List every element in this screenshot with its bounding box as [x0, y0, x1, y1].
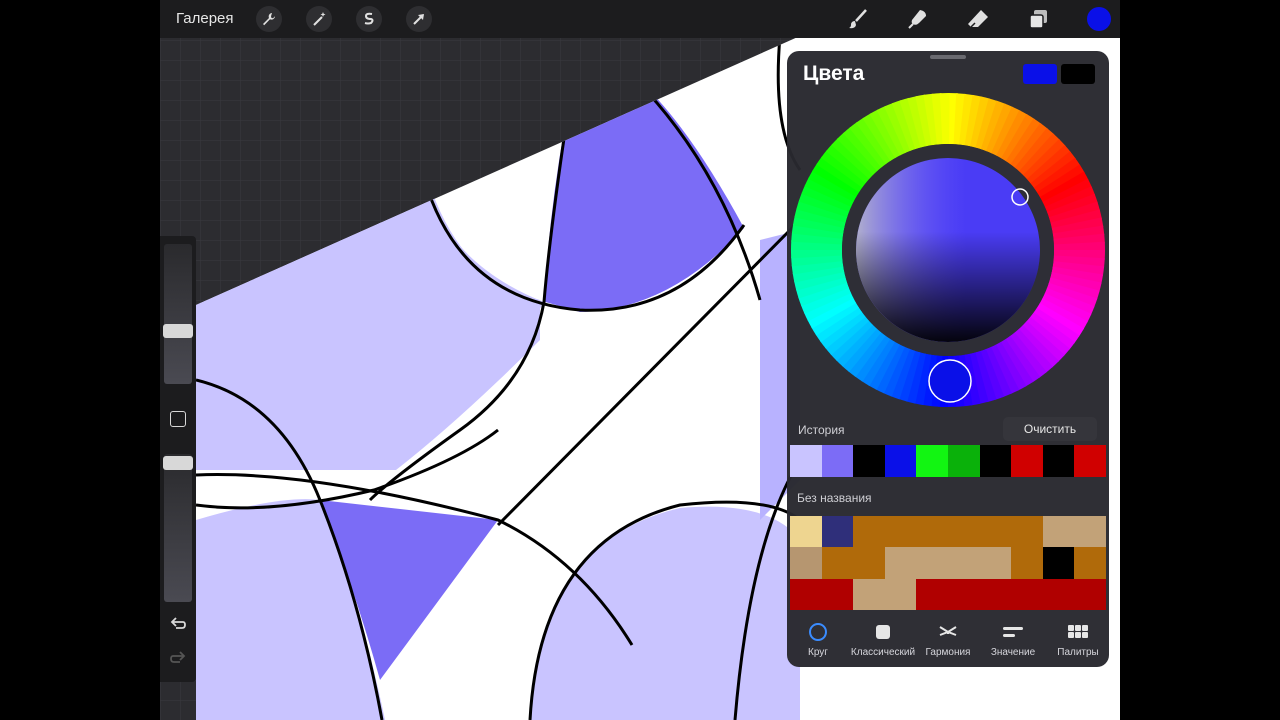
color-wheel[interactable]	[791, 93, 1105, 407]
palette-swatch[interactable]	[979, 516, 1012, 548]
history-swatch[interactable]	[884, 445, 917, 477]
history-swatch[interactable]	[1074, 445, 1106, 477]
palette-swatch[interactable]	[1042, 578, 1075, 611]
transform-arrow-icon[interactable]	[406, 6, 432, 32]
palette-swatch[interactable]	[853, 547, 886, 580]
selection-icon[interactable]	[356, 6, 382, 32]
magic-wand-icon[interactable]	[306, 6, 332, 32]
tab-label: Круг	[808, 647, 828, 658]
palette-swatch[interactable]	[1042, 547, 1075, 580]
palette-swatch[interactable]	[853, 578, 886, 611]
circle-mode-icon	[807, 621, 829, 643]
palette-swatch[interactable]	[1074, 578, 1107, 611]
palette-swatch[interactable]	[884, 578, 917, 611]
hue-picker[interactable]	[928, 359, 972, 403]
opacity-handle[interactable]	[163, 456, 193, 470]
tab-value[interactable]: Значение	[978, 617, 1048, 665]
panel-grabber[interactable]	[930, 55, 966, 59]
palette-swatch[interactable]	[1074, 516, 1107, 548]
classic-square-icon	[872, 621, 894, 643]
top-toolbar: Галерея	[160, 0, 1120, 38]
palette-swatch[interactable]	[884, 516, 917, 548]
clear-history-button[interactable]: Очистить	[1003, 417, 1097, 441]
inshot-watermark: InShOt	[1036, 686, 1106, 711]
palette-swatch[interactable]	[821, 516, 854, 548]
palette-swatch[interactable]	[790, 578, 823, 611]
palette-swatch[interactable]	[1011, 516, 1044, 548]
palette-swatch[interactable]	[979, 578, 1012, 611]
palette-swatch[interactable]	[916, 547, 949, 580]
redo-icon[interactable]	[168, 648, 188, 668]
palette-swatch[interactable]	[790, 547, 823, 580]
color-mode-tabs: Круг Классический Гармония Значение Пали…	[787, 617, 1109, 667]
palette-swatch[interactable]	[948, 516, 981, 548]
history-label: История	[798, 423, 845, 437]
palette-swatch[interactable]	[1011, 578, 1044, 611]
palette-swatch[interactable]	[853, 516, 886, 548]
history-swatch[interactable]	[1011, 445, 1043, 477]
palette-swatch[interactable]	[979, 547, 1012, 580]
panel-title: Цвета	[803, 62, 865, 85]
side-toolbar	[160, 236, 196, 682]
palette-label: Без названия	[797, 491, 872, 505]
tab-label: Классический	[850, 647, 916, 658]
tab-harmony[interactable]: Гармония	[913, 617, 983, 665]
smudge-icon[interactable]	[904, 5, 932, 33]
current-color-button[interactable]	[1087, 7, 1111, 31]
secondary-color-swatch[interactable]	[1061, 64, 1095, 84]
wrench-icon[interactable]	[256, 6, 282, 32]
brush-size-handle[interactable]	[163, 324, 193, 338]
palette-grid	[790, 516, 1107, 611]
palette-swatch[interactable]	[916, 578, 949, 611]
colors-panel: Цвета История Очистить Без названия Круг…	[787, 51, 1109, 667]
history-swatch[interactable]	[790, 445, 822, 477]
layers-icon[interactable]	[1024, 5, 1052, 33]
palette-swatch[interactable]	[1011, 547, 1044, 580]
tab-classic[interactable]: Классический	[848, 617, 918, 665]
palette-swatch[interactable]	[790, 516, 823, 548]
harmony-icon	[937, 621, 959, 643]
history-swatch[interactable]	[947, 445, 980, 477]
undo-icon[interactable]	[168, 614, 188, 634]
palette-swatch[interactable]	[916, 516, 949, 548]
palette-swatch[interactable]	[948, 547, 981, 580]
history-swatch[interactable]	[979, 445, 1012, 477]
brush-size-slider[interactable]	[164, 244, 192, 384]
palette-swatch[interactable]	[821, 547, 854, 580]
tab-label: Гармония	[925, 647, 971, 658]
palette-swatch[interactable]	[1042, 516, 1075, 548]
modify-button[interactable]	[170, 411, 186, 427]
palette-swatch[interactable]	[1074, 547, 1107, 580]
primary-color-swatch[interactable]	[1023, 64, 1057, 84]
palette-swatch[interactable]	[821, 578, 854, 611]
value-sliders-icon	[1002, 621, 1024, 643]
history-swatch[interactable]	[1042, 445, 1075, 477]
procreate-app: Галерея Цвета История Очистить Без назва…	[160, 0, 1120, 720]
history-swatch[interactable]	[853, 445, 885, 477]
history-swatches	[790, 445, 1106, 477]
history-swatch[interactable]	[916, 445, 948, 477]
tab-label: Палитры	[1057, 647, 1099, 658]
gallery-button[interactable]: Галерея	[176, 10, 234, 27]
eraser-icon[interactable]	[964, 5, 992, 33]
history-swatch[interactable]	[821, 445, 854, 477]
tab-circle[interactable]: Круг	[783, 617, 853, 665]
palette-swatch[interactable]	[884, 547, 917, 580]
tab-palettes[interactable]: Палитры	[1043, 617, 1113, 665]
opacity-slider[interactable]	[164, 454, 192, 602]
palette-swatch[interactable]	[948, 578, 981, 611]
tab-label: Значение	[990, 647, 1036, 658]
palettes-grid-icon	[1067, 621, 1089, 643]
brush-icon[interactable]	[844, 5, 872, 33]
